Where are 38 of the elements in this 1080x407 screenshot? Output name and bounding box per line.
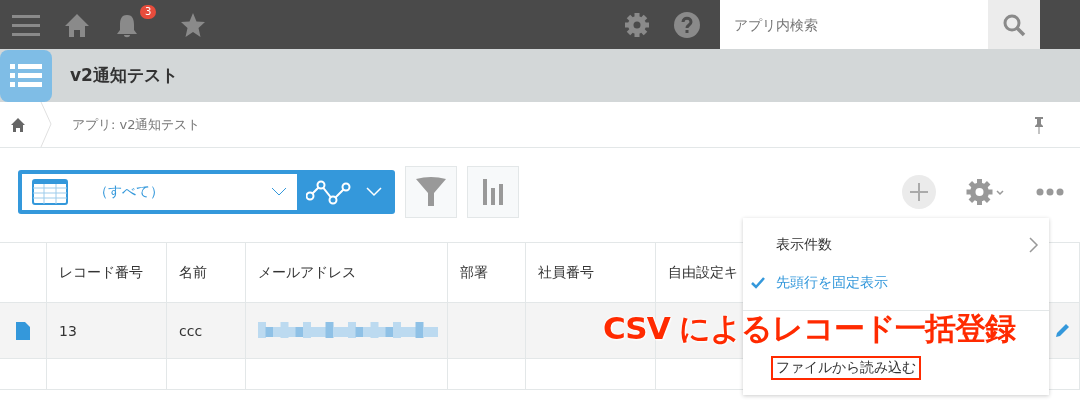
search-icon: [1002, 12, 1026, 37]
home-icon[interactable]: [10, 116, 26, 133]
breadcrumb-link[interactable]: アプリ: v2通知テスト: [72, 115, 201, 134]
table-cell: 13: [47, 303, 167, 358]
app-title: v2通知テスト: [70, 64, 178, 87]
plus-icon: [909, 182, 929, 202]
menu-item[interactable]: ファイルから読み込む: [743, 349, 1049, 387]
funnel-icon: [415, 176, 447, 208]
column-header: 社員番号: [526, 243, 656, 302]
column-header: メールアドレス: [246, 243, 448, 302]
annotation-caption: CSV によるレコード一括登録: [603, 309, 1016, 348]
view-selector[interactable]: （すべて）: [22, 174, 297, 210]
star-icon[interactable]: [180, 11, 207, 38]
column-header: 名前: [167, 243, 246, 302]
table-cell: ccc: [167, 303, 246, 358]
column-header: レコード番号: [47, 243, 167, 302]
table-icon: [32, 179, 68, 205]
settings-icon[interactable]: [966, 178, 1006, 206]
search-button[interactable]: [988, 0, 1040, 49]
chart-button[interactable]: [467, 166, 519, 218]
bar-chart-icon: [482, 179, 504, 205]
pin-icon[interactable]: [1034, 115, 1044, 134]
line-graph-icon: [306, 179, 352, 205]
add-button[interactable]: [902, 175, 936, 209]
edit-icon[interactable]: [1053, 322, 1070, 339]
chevron-down-icon: [271, 187, 287, 197]
search-field[interactable]: アプリ内検索: [720, 0, 988, 49]
menu-icon[interactable]: [12, 12, 40, 37]
check-icon: [751, 277, 765, 289]
notification-badge: 3: [140, 4, 157, 19]
document-icon[interactable]: [16, 321, 30, 340]
filter-button[interactable]: [405, 166, 457, 218]
column-header: 部署: [448, 243, 526, 302]
more-icon[interactable]: [1036, 188, 1064, 196]
chevron-right-icon: [1029, 237, 1039, 253]
home-icon[interactable]: [64, 11, 90, 38]
chevron-down-icon: [366, 187, 382, 197]
app-list-icon: [0, 49, 52, 102]
